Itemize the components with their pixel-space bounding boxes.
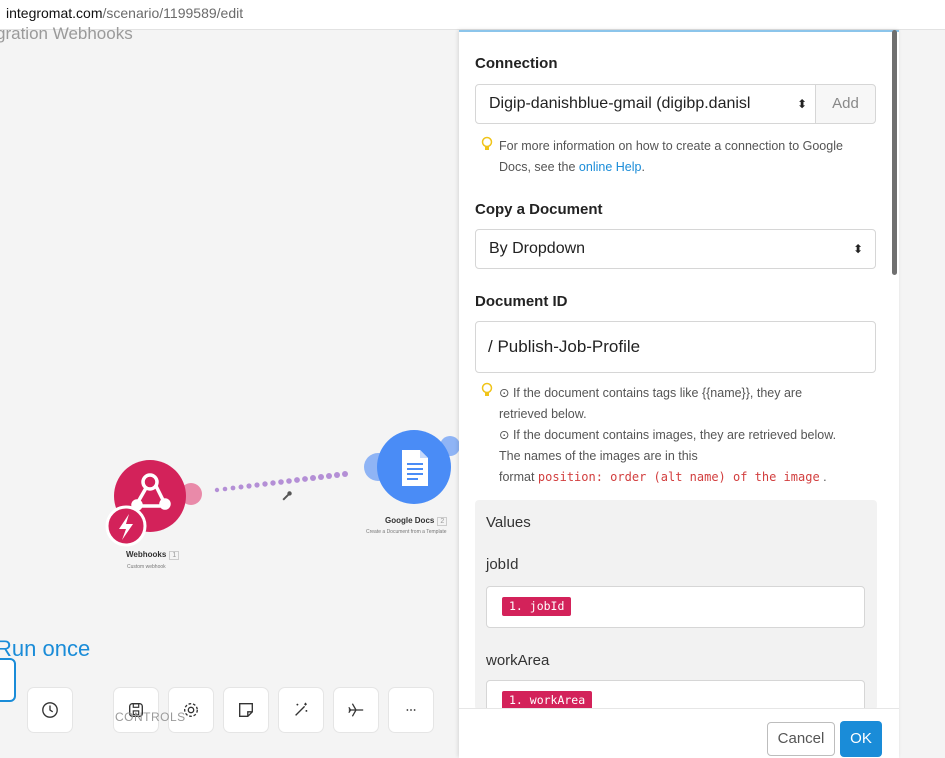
- tags-hint: ⊙ If the document contains tags like {{n…: [499, 386, 803, 421]
- images-hint: ⊙ If the document contains images, they …: [499, 428, 837, 463]
- controls-label: CONTROLS: [115, 710, 186, 724]
- run-once-label[interactable]: Run once: [0, 636, 90, 662]
- google-docs-module[interactable]: [364, 430, 460, 504]
- more-button[interactable]: [389, 688, 433, 732]
- jobid-input[interactable]: 1. jobId: [486, 586, 865, 628]
- connection-hint: For more information on how to create a …: [499, 136, 869, 178]
- airplane-icon: [348, 703, 364, 717]
- mapped-value-pill[interactable]: 1. jobId: [502, 597, 572, 616]
- webhooks-module-title: Webhooks 1: [126, 550, 180, 560]
- run-once-button[interactable]: [0, 658, 16, 702]
- magic-wand-icon: [295, 702, 308, 716]
- field-label-jobid: jobId: [486, 556, 519, 573]
- document-id-hint: ⊙ If the document contains tags like {{n…: [499, 383, 849, 488]
- url-host: integromat.com: [6, 5, 103, 21]
- url-path: /scenario/1199589/edit: [102, 5, 244, 21]
- connection-select[interactable]: Digip-danishblue-gmail (digibp.danisl ⬍: [475, 84, 816, 124]
- webhooks-module-subtitle: Custom webhook: [127, 564, 166, 570]
- google-docs-module-subtitle: Create a Document from a Template: [366, 529, 447, 535]
- field-label-workarea: workArea: [486, 652, 550, 669]
- format-hint-suffix: .: [823, 470, 827, 484]
- clock-icon: [42, 702, 58, 718]
- module-connector: [214, 471, 348, 493]
- panel-top-border: [459, 30, 899, 32]
- wrench-icon: [282, 491, 292, 501]
- explain-flow-button[interactable]: [334, 688, 378, 732]
- copy-document-select[interactable]: By Dropdown ⬍: [475, 229, 876, 269]
- google-docs-module-title: Google Docs 2: [385, 516, 448, 526]
- scenario-diagram: [105, 430, 460, 547]
- module-id-badge: 1: [169, 551, 180, 560]
- auto-align-button[interactable]: [279, 688, 323, 732]
- webhooks-module-name: Webhooks: [126, 550, 167, 559]
- panel-footer: Cancel OK: [459, 708, 899, 758]
- scheduling-button[interactable]: [28, 688, 72, 732]
- connection-row: Digip-danishblue-gmail (digibp.danisl ⬍ …: [475, 84, 876, 124]
- values-section: Values jobId 1. jobId workArea 1. workAr…: [475, 500, 877, 710]
- module-settings-panel: Connection Digip-danishblue-gmail (digib…: [459, 30, 899, 758]
- copy-document-value: By Dropdown: [489, 240, 586, 257]
- format-code: position: order (alt name) of the image: [537, 470, 820, 484]
- document-id-input[interactable]: / Publish-Job-Profile: [475, 321, 876, 373]
- address-bar[interactable]: integromat.com/scenario/1199589/edit: [0, 0, 945, 30]
- copy-document-label: Copy a Document: [475, 201, 603, 218]
- connection-hint-suffix: .: [641, 160, 645, 174]
- webhooks-module[interactable]: [105, 460, 202, 547]
- values-title: Values: [486, 514, 531, 531]
- ellipsis-icon: [406, 709, 416, 711]
- document-id-label: Document ID: [475, 293, 568, 310]
- google-docs-icon: [402, 450, 428, 486]
- ok-button[interactable]: OK: [840, 721, 882, 757]
- format-hint-prefix: format: [499, 470, 535, 484]
- add-connection-button[interactable]: Add: [815, 84, 876, 124]
- connection-value: Digip-danishblue-gmail (digibp.danisl: [489, 95, 751, 112]
- workarea-input[interactable]: 1. workArea: [486, 680, 865, 710]
- panel-scrollbar[interactable]: [892, 30, 897, 275]
- select-arrows-icon: ⬍: [790, 85, 807, 123]
- lightbulb-icon: [481, 136, 493, 150]
- online-help-link[interactable]: online Help: [579, 160, 642, 174]
- connection-label: Connection: [475, 55, 558, 72]
- format-hint: format position: order (alt name) of the…: [499, 467, 849, 488]
- note-icon: [239, 703, 253, 717]
- notes-button[interactable]: [224, 688, 268, 732]
- select-arrows-icon: ⬍: [852, 242, 863, 256]
- cancel-button[interactable]: Cancel: [767, 722, 835, 756]
- google-docs-module-name: Google Docs: [385, 516, 435, 525]
- module-id-badge: 2: [437, 517, 448, 526]
- connection-hint-text: For more information on how to create a …: [499, 139, 843, 174]
- lightbulb-icon: [481, 382, 493, 396]
